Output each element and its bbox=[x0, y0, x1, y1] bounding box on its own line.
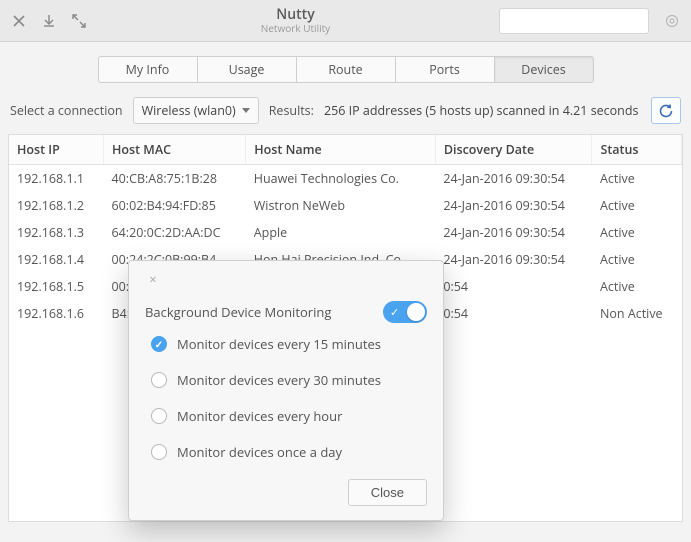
monitoring-dialog: × Background Device Monitoring ✓ Monitor… bbox=[128, 260, 444, 521]
results-label: Results: bbox=[269, 102, 314, 119]
cell-name: Wistron NeWeb bbox=[246, 192, 436, 219]
cell-ip: 192.168.1.1 bbox=[9, 165, 104, 193]
column-header[interactable]: Discovery Date bbox=[435, 135, 592, 165]
close-button[interactable]: Close bbox=[348, 479, 427, 506]
cell-date: 24-Jan-2016 09:30:54 bbox=[435, 246, 592, 273]
toggle-knob bbox=[407, 303, 425, 321]
cell-name: Huawei Technologies Co. bbox=[246, 165, 436, 193]
cell-status: Active bbox=[592, 165, 682, 193]
column-header[interactable]: Host IP bbox=[9, 135, 104, 165]
monitor-option[interactable]: Monitor devices once a day bbox=[151, 443, 427, 461]
cell-date: 24-Jan-2016 09:30:54 bbox=[435, 165, 592, 193]
cell-date: 0:54 bbox=[435, 300, 592, 327]
radio-label: Monitor devices every 30 minutes bbox=[177, 371, 381, 389]
cell-ip: 192.168.1.2 bbox=[9, 192, 104, 219]
tabs: My InfoUsageRoutePortsDevices bbox=[8, 56, 683, 83]
cell-mac: 64:20:0C:2D:AA:DC bbox=[104, 219, 246, 246]
dialog-close-icon[interactable]: × bbox=[145, 271, 161, 287]
tab-route[interactable]: Route bbox=[296, 56, 396, 83]
connection-dropdown[interactable]: Wireless (wlan0) bbox=[133, 97, 259, 124]
refresh-button[interactable] bbox=[651, 97, 681, 124]
column-header[interactable]: Status bbox=[592, 135, 682, 165]
monitor-option[interactable]: Monitor devices every hour bbox=[151, 407, 427, 425]
fullscreen-icon[interactable] bbox=[66, 8, 92, 34]
radio-label: Monitor devices once a day bbox=[177, 443, 342, 461]
monitoring-toggle[interactable]: ✓ bbox=[383, 301, 427, 323]
cell-status: Active bbox=[592, 246, 682, 273]
download-icon[interactable] bbox=[36, 8, 62, 34]
column-header[interactable]: Host MAC bbox=[104, 135, 246, 165]
radio-label: Monitor devices every 15 minutes bbox=[177, 335, 381, 353]
cell-ip: 192.168.1.3 bbox=[9, 219, 104, 246]
search-input[interactable] bbox=[499, 8, 649, 34]
tab-usage[interactable]: Usage bbox=[197, 56, 297, 83]
cell-name: Apple bbox=[246, 219, 436, 246]
table-row[interactable]: 192.168.1.140:CB:A8:75:1B:28Huawei Techn… bbox=[9, 165, 682, 193]
radio-button[interactable] bbox=[151, 372, 167, 388]
radio-label: Monitor devices every hour bbox=[177, 407, 342, 425]
cell-ip: 192.168.1.5 bbox=[9, 273, 104, 300]
cell-status: Active bbox=[592, 273, 682, 300]
cell-date: 24-Jan-2016 09:30:54 bbox=[435, 192, 592, 219]
monitor-option[interactable]: Monitor devices every 30 minutes bbox=[151, 371, 427, 389]
tab-my-info[interactable]: My Info bbox=[98, 56, 198, 83]
radio-button[interactable] bbox=[151, 408, 167, 424]
table-row[interactable]: 192.168.1.364:20:0C:2D:AA:DCApple24-Jan-… bbox=[9, 219, 682, 246]
refresh-icon bbox=[658, 103, 674, 119]
app-subtitle: Network Utility bbox=[96, 23, 495, 34]
cell-mac: 60:02:B4:94:FD:85 bbox=[104, 192, 246, 219]
close-window-button[interactable] bbox=[6, 8, 32, 34]
results-text: 256 IP addresses (5 hosts up) scanned in… bbox=[324, 102, 639, 119]
cell-status: Active bbox=[592, 219, 682, 246]
chevron-down-icon bbox=[242, 108, 250, 113]
cell-status: Active bbox=[592, 192, 682, 219]
connection-label: Select a connection bbox=[10, 102, 123, 119]
settings-icon[interactable] bbox=[659, 8, 685, 34]
monitoring-label: Background Device Monitoring bbox=[145, 303, 331, 321]
table-row[interactable]: 192.168.1.260:02:B4:94:FD:85Wistron NeWe… bbox=[9, 192, 682, 219]
cell-date: 0:54 bbox=[435, 273, 592, 300]
connection-selected: Wireless (wlan0) bbox=[142, 102, 236, 119]
tab-devices[interactable]: Devices bbox=[494, 56, 594, 83]
check-icon: ✓ bbox=[390, 305, 399, 320]
cell-date: 24-Jan-2016 09:30:54 bbox=[435, 219, 592, 246]
radio-button[interactable] bbox=[151, 444, 167, 460]
titlebar: Nutty Network Utility bbox=[0, 0, 691, 42]
monitor-option[interactable]: Monitor devices every 15 minutes bbox=[151, 335, 427, 353]
cell-ip: 192.168.1.4 bbox=[9, 246, 104, 273]
cell-ip: 192.168.1.6 bbox=[9, 300, 104, 327]
tab-ports[interactable]: Ports bbox=[395, 56, 495, 83]
radio-button[interactable] bbox=[151, 336, 167, 352]
search-field[interactable] bbox=[512, 14, 667, 28]
column-header[interactable]: Host Name bbox=[246, 135, 436, 165]
cell-status: Non Active bbox=[592, 300, 682, 327]
cell-mac: 40:CB:A8:75:1B:28 bbox=[104, 165, 246, 193]
